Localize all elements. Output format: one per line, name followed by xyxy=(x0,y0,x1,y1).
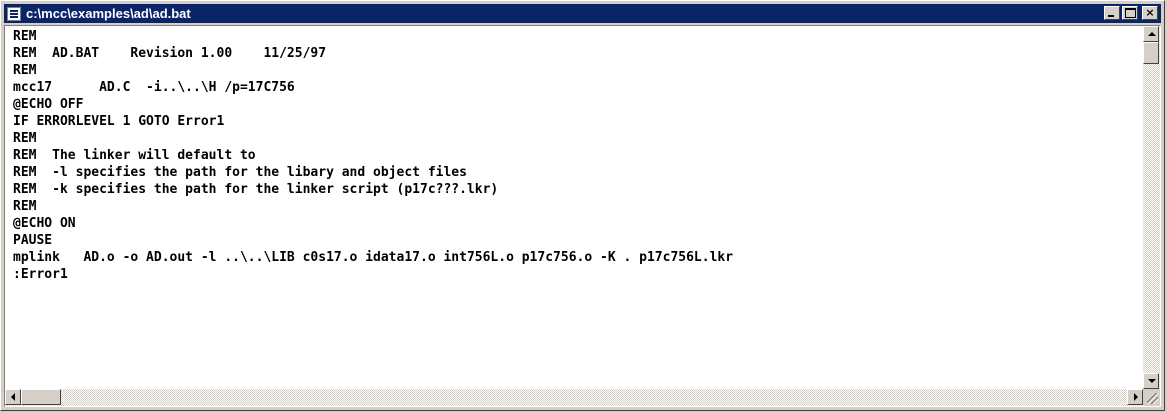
arrow-right-icon xyxy=(1134,393,1138,401)
horizontal-scrollbar[interactable] xyxy=(5,389,1143,406)
scroll-down-button[interactable] xyxy=(1143,373,1159,389)
horizontal-scroll-thumb[interactable] xyxy=(21,389,61,405)
window-title: c:\mcc\examples\ad\ad.bat xyxy=(26,6,191,21)
text-line: PAUSE xyxy=(13,233,53,248)
close-icon: × xyxy=(1145,6,1155,19)
window-controls: × xyxy=(1104,6,1158,20)
editor-window: c:\mcc\examples\ad\ad.bat × REM REM AD.BA… xyxy=(0,0,1165,411)
scroll-up-button[interactable] xyxy=(1143,26,1159,42)
editor-client-area: REM REM AD.BAT Revision 1.00 11/25/97 REM m… xyxy=(4,25,1161,407)
text-line: REM xyxy=(13,29,37,44)
text-line: REM -l specifies the path for the libary… xyxy=(13,165,467,180)
text-line: @ECHO OFF xyxy=(13,97,84,112)
scroll-right-button[interactable] xyxy=(1127,389,1143,405)
resize-grip-icon[interactable] xyxy=(1143,389,1160,406)
text-editor[interactable]: REM REM AD.BAT Revision 1.00 11/25/97 REM m… xyxy=(7,28,1142,388)
text-line: IF ERRORLEVEL 1 GOTO Error1 xyxy=(13,114,225,129)
text-line: REM xyxy=(13,199,37,214)
close-button[interactable]: × xyxy=(1142,6,1158,20)
notepad-icon[interactable] xyxy=(7,6,21,21)
text-line: :Error1 xyxy=(13,267,68,282)
text-line: @ECHO ON xyxy=(13,216,76,231)
text-line: REM AD.BAT Revision 1.00 11/25/97 xyxy=(13,46,327,61)
text-line: REM xyxy=(13,63,37,78)
vertical-scroll-thumb[interactable] xyxy=(1143,42,1159,64)
vertical-scrollbar[interactable] xyxy=(1143,26,1160,389)
title-bar[interactable]: c:\mcc\examples\ad\ad.bat × xyxy=(4,4,1161,23)
text-line: REM -k specifies the path for the linker… xyxy=(13,182,499,197)
text-line: REM The linker will default to xyxy=(13,148,256,163)
arrow-left-icon xyxy=(11,393,15,401)
maximize-button[interactable] xyxy=(1122,6,1138,20)
arrow-up-icon xyxy=(1148,32,1156,36)
minimize-button[interactable] xyxy=(1104,6,1120,20)
arrow-down-icon xyxy=(1148,379,1156,383)
text-line: mplink AD.o -o AD.out -l ..\..\LIB c0s17… xyxy=(13,250,734,265)
scroll-left-button[interactable] xyxy=(5,389,21,405)
text-line: mcc17 AD.C -i..\..\H /p=17C756 xyxy=(13,80,295,95)
text-line: REM xyxy=(13,131,37,146)
